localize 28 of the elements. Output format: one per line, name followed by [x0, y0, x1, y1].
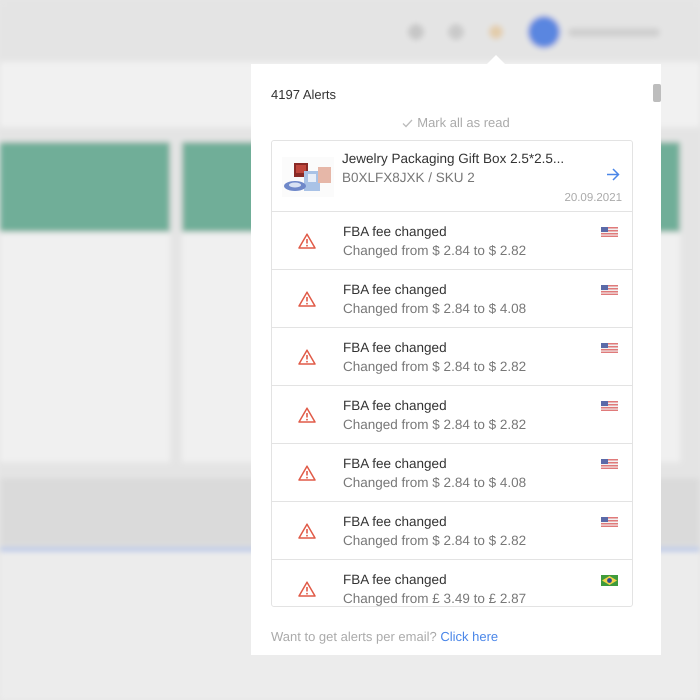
- click-here-link[interactable]: Click here: [440, 629, 498, 644]
- alert-item[interactable]: FBA fee changed Changed from $ 2.84 to $ 2.82: [272, 212, 632, 270]
- alert-detail: Changed from $ 2.84 to $ 2.82: [343, 416, 526, 434]
- alert-title: FBA fee changed: [343, 339, 448, 357]
- alert-title: FBA fee changed: [343, 513, 448, 531]
- alert-title: FBA fee changed: [343, 281, 448, 299]
- alert-item[interactable]: FBA fee changed Changed from $ 2.84 to $ 2.82: [272, 386, 632, 444]
- alert-item[interactable]: FBA fee changed Changed from $ 2.84 to $ 2.82: [272, 502, 632, 560]
- alerts-count: 4197 Alerts: [271, 86, 338, 104]
- email-prompt: Want to get alerts per email?: [271, 629, 437, 644]
- alert-title: FBA fee changed: [343, 223, 448, 241]
- alert-item[interactable]: FBA fee changed Changed from $ 2.84 to $ 4.08: [272, 444, 632, 502]
- alert-detail: Changed from $ 2.84 to $ 2.82: [343, 358, 526, 376]
- product-title: Jewelry Packaging Gift Box 2.5*2.5...: [342, 150, 564, 168]
- alert-detail: Changed from £ 3.49 to £ 2.87: [343, 590, 526, 606]
- alert-detail: Changed from $ 2.84 to $ 4.08: [343, 474, 526, 492]
- alert-title: FBA fee changed: [343, 455, 448, 473]
- alert-item[interactable]: FBA fee changed Changed from £ 3.49 to £ 2.87: [272, 560, 632, 606]
- product-sku: B0XLFX8JXK / SKU 2: [342, 169, 476, 187]
- alert-detail: Changed from $ 2.84 to $ 2.82: [343, 532, 526, 550]
- alert-title: FBA fee changed: [343, 397, 448, 415]
- alert-date: 20.09.2021: [564, 190, 622, 206]
- alert-item[interactable]: FBA fee changed Changed from $ 2.84 to $ 2.82: [272, 328, 632, 386]
- alert-item[interactable]: FBA fee changed Changed from $ 2.84 to $ 4.08: [272, 270, 632, 328]
- alert-item[interactable]: Jewelry Packaging Gift Box 2.5*2.5... B0XLFX8JXK / SKU 2 20.09.2021: [272, 141, 632, 212]
- alert-detail: Changed from $ 2.84 to $ 4.08: [343, 300, 526, 318]
- alert-title: FBA fee changed: [343, 571, 448, 589]
- alert-detail: Changed from $ 2.84 to $ 2.82: [343, 242, 526, 260]
